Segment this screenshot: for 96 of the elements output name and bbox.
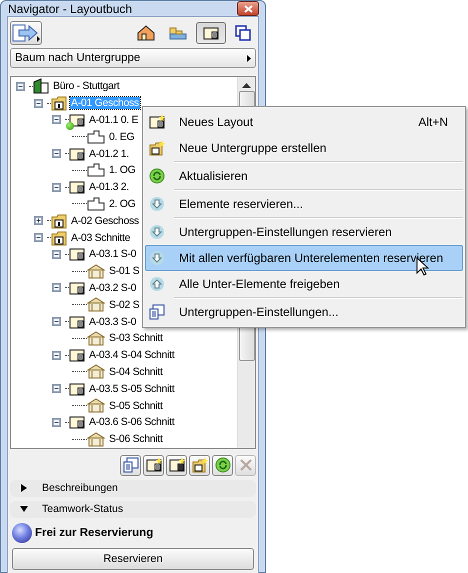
folder-icon — [51, 95, 67, 112]
panel-header[interactable]: Teamwork-Status — [10, 500, 256, 518]
new-layout-icon — [146, 457, 162, 474]
layout-sheet-icon — [69, 146, 85, 162]
collapse-toggle[interactable] — [16, 82, 25, 91]
menu-item[interactable]: Neues Layout Alt+N — [145, 109, 463, 135]
section-icon — [87, 330, 105, 346]
collapse-toggle[interactable] — [52, 149, 61, 158]
layout-sheet-icon — [69, 112, 85, 128]
menu-item[interactable]: Elemente reservieren... — [145, 191, 463, 217]
folder-icon — [51, 230, 67, 246]
section-icon — [87, 364, 105, 380]
layout-sheet-icon — [69, 414, 85, 430]
refresh-icon — [149, 168, 165, 184]
delete-icon — [238, 457, 254, 474]
tree-item[interactable]: S-01 S — [108, 265, 140, 278]
reserve-button[interactable]: Reservieren — [12, 548, 254, 570]
collapse-toggle[interactable] — [52, 418, 61, 427]
copies-icon — [235, 25, 251, 41]
tree-item[interactable]: Büro - Stuttgart — [52, 80, 120, 92]
layout-sheet-icon — [69, 280, 85, 296]
collapse-toggle[interactable] — [52, 384, 61, 394]
collapse-triangle-icon — [20, 505, 28, 514]
collapse-toggle[interactable] — [34, 233, 43, 242]
panel-header[interactable]: Beschreibungen — [10, 480, 256, 497]
dropdown-arrow-icon — [247, 54, 251, 62]
expand-triangle-icon — [20, 484, 28, 492]
toolbar-button[interactable] — [166, 454, 187, 476]
expand-toggle[interactable] — [34, 216, 43, 226]
new-folder-icon — [149, 140, 165, 156]
toolbar-button[interactable] — [212, 454, 233, 476]
menu-item[interactable]: Untergruppen-Einstellungen reservieren — [145, 219, 463, 245]
tree-item[interactable]: S-06 Schnitt — [108, 433, 164, 446]
floor-plan-icon — [87, 163, 105, 178]
scroll-up-icon — [242, 83, 251, 88]
toolbar-button[interactable] — [120, 454, 141, 476]
tree-item[interactable]: A-01.1 0. E — [88, 114, 140, 126]
toolbar-button[interactable] — [143, 454, 164, 476]
toolbar-button[interactable] — [189, 454, 210, 476]
window-title: Navigator - Layoutbuch — [8, 2, 134, 16]
tree-item[interactable]: 0. EG — [108, 130, 136, 143]
close-button[interactable] — [237, 1, 259, 16]
collapse-toggle[interactable] — [52, 283, 61, 292]
tree-item[interactable]: 1. OG — [108, 164, 137, 176]
status-sphere-icon — [12, 522, 32, 543]
tree-item[interactable]: 2. OG — [108, 198, 137, 210]
tree-item[interactable]: A-03.3 S-0 — [88, 316, 138, 328]
section-icon — [87, 297, 105, 312]
tree-item[interactable]: A-03.2 S-0 — [88, 282, 138, 294]
menu-item[interactable]: Mit allen verfügbaren Unterelementen reservieren — [145, 245, 463, 271]
menu-item[interactable]: Alle Unter-Elemente freigeben — [145, 271, 463, 297]
menu-item[interactable]: Aktualisieren — [145, 163, 463, 189]
folder-icon — [51, 212, 67, 229]
tree-item[interactable]: S-03 Schnitt — [108, 332, 164, 344]
tree-item[interactable]: A-02 Geschoss — [70, 214, 140, 227]
section-icon — [87, 398, 105, 414]
tree-item[interactable]: A-03 Schnitte — [70, 232, 132, 244]
tree-item[interactable]: A-01.3 2. — [88, 181, 130, 194]
layout-sheet-icon — [69, 246, 85, 262]
collapse-toggle[interactable] — [52, 317, 61, 326]
floor-plan-icon — [87, 196, 105, 211]
collapse-toggle[interactable] — [52, 350, 61, 360]
section-icon — [87, 264, 105, 279]
layout-sheet-icon — [69, 380, 85, 397]
new-group-icon — [192, 457, 208, 474]
tree-item[interactable]: S-05 Schnitt — [108, 400, 164, 412]
status-text: Frei zur Reservierung — [35, 526, 154, 539]
tree-item[interactable]: A-03.1 S-0 — [88, 248, 138, 260]
menu-item[interactable]: Neue Untergruppe erstellen — [145, 135, 463, 161]
tree-item[interactable]: A-03.5 S-05 Schnitt — [88, 382, 176, 395]
tree-item[interactable]: A-03.4 S-04 Schnitt — [88, 349, 176, 362]
tree-item[interactable]: A-03.6 S-06 Schnitt — [88, 416, 176, 428]
collapse-toggle[interactable] — [34, 98, 43, 108]
export-icon — [11, 23, 41, 43]
layout-sheet-icon — [69, 347, 85, 364]
collapse-toggle[interactable] — [52, 250, 61, 259]
house-icon — [137, 25, 155, 41]
view-dropdown[interactable]: Baum nach Untergruppe — [10, 48, 256, 68]
collapse-toggle[interactable] — [52, 115, 61, 124]
floor-plan-icon — [87, 130, 105, 144]
close-icon — [244, 4, 252, 12]
layout-sheet-icon — [69, 314, 85, 330]
layout-sheet-icon — [69, 179, 85, 196]
tree-item[interactable]: S-04 Schnitt — [108, 366, 164, 378]
folder-icon — [169, 25, 187, 41]
new-layout-icon — [149, 114, 165, 130]
tree-item[interactable]: S-02 S — [108, 298, 140, 311]
view-button[interactable] — [196, 22, 226, 44]
dropdown-value: Baum nach Untergruppe — [15, 52, 142, 64]
collapse-toggle[interactable] — [52, 182, 61, 192]
menu-item[interactable]: Untergruppen-Einstellungen... — [145, 299, 463, 325]
section-icon — [87, 432, 105, 447]
refresh-icon — [214, 457, 230, 474]
layout-icon — [203, 25, 219, 41]
export-menu-button[interactable] — [10, 21, 42, 45]
tree-item[interactable]: A-01.2 1. — [88, 148, 130, 160]
